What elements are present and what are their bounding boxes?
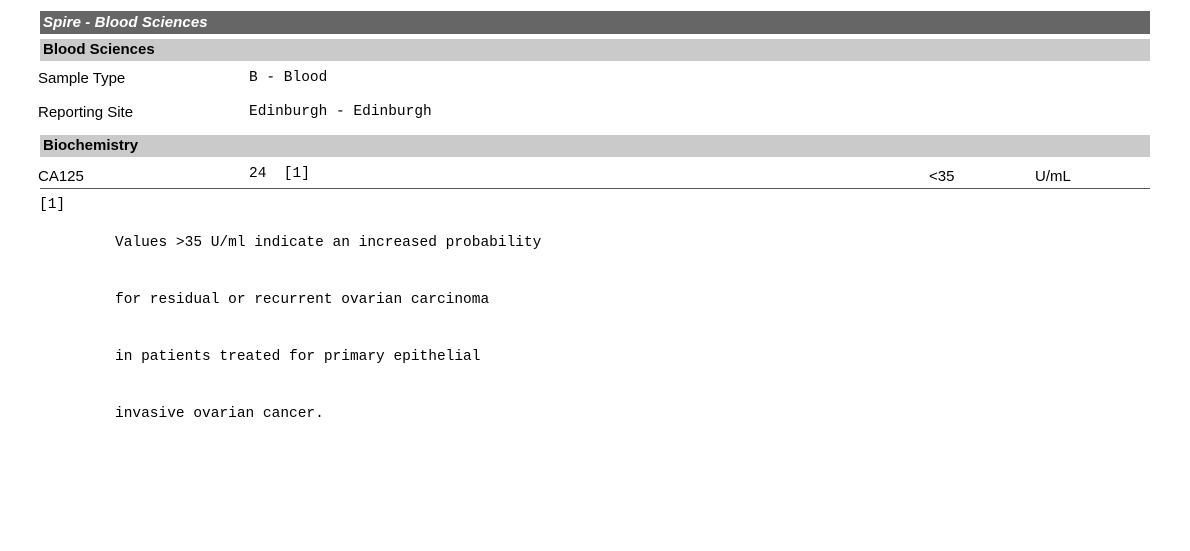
section-header-biochemistry: Biochemistry xyxy=(40,135,1150,157)
footnote-line: Values >35 U/ml indicate an increased pr… xyxy=(115,235,542,251)
result-table-divider xyxy=(40,188,1150,189)
result-value-ca125: 24 [1] xyxy=(249,166,310,182)
result-row-ca125: CA125 24 [1] <35 U/mL xyxy=(0,164,1190,190)
footnote-body: Values >35 U/ml indicate an increased pr… xyxy=(115,196,541,462)
section-header-blood-sciences: Blood Sciences xyxy=(40,39,1150,61)
footnote-line: invasive ovarian cancer. xyxy=(115,406,324,422)
result-name-ca125: CA125 xyxy=(38,168,84,185)
footnote-line: for residual or recurrent ovarian carcin… xyxy=(115,292,490,308)
section-title-blood-sciences: Blood Sciences xyxy=(43,41,155,58)
report-title: Spire - Blood Sciences xyxy=(43,14,208,31)
field-label-reporting-site: Reporting Site xyxy=(38,104,134,121)
section-title-biochemistry: Biochemistry xyxy=(43,137,139,154)
result-reference-range-ca125: <35 xyxy=(929,168,955,185)
report-title-bar: Spire - Blood Sciences xyxy=(40,11,1150,34)
footnote-marker: [1] xyxy=(39,197,66,213)
footnote-line: in patients treated for primary epitheli… xyxy=(115,349,481,365)
field-row-sample-type: Sample Type B - Blood xyxy=(0,68,1190,90)
result-units-ca125: U/mL xyxy=(1035,168,1071,185)
field-row-reporting-site: Reporting Site Edinburgh - Edinburgh xyxy=(0,102,1190,124)
field-value-sample-type: B - Blood xyxy=(249,70,328,86)
blood-sciences-report: Spire - Blood Sciences Blood Sciences Sa… xyxy=(0,0,1190,551)
field-label-sample-type: Sample Type xyxy=(38,70,126,87)
field-value-reporting-site: Edinburgh - Edinburgh xyxy=(249,104,432,120)
